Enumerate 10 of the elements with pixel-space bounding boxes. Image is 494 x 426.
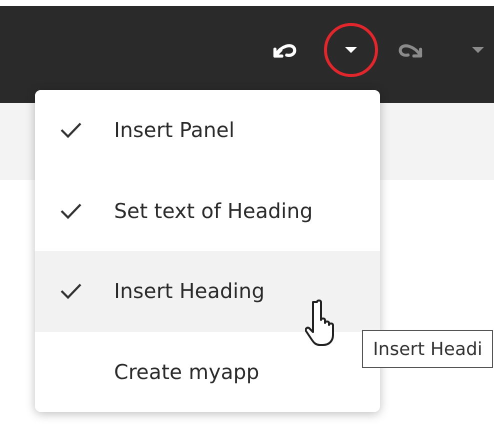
menu-item[interactable]: Set text of Heading [35, 170, 380, 251]
caret-icon [472, 47, 484, 53]
dropdown-button[interactable] [324, 23, 378, 77]
redo-icon [398, 42, 422, 58]
highlight-circle [324, 23, 378, 77]
menu-item[interactable]: Insert Heading [35, 251, 380, 332]
caret-icon [345, 47, 357, 53]
undo-icon [273, 42, 297, 58]
menu-item[interactable]: Insert Panel [35, 90, 380, 170]
tooltip: Insert Headi [362, 330, 494, 368]
